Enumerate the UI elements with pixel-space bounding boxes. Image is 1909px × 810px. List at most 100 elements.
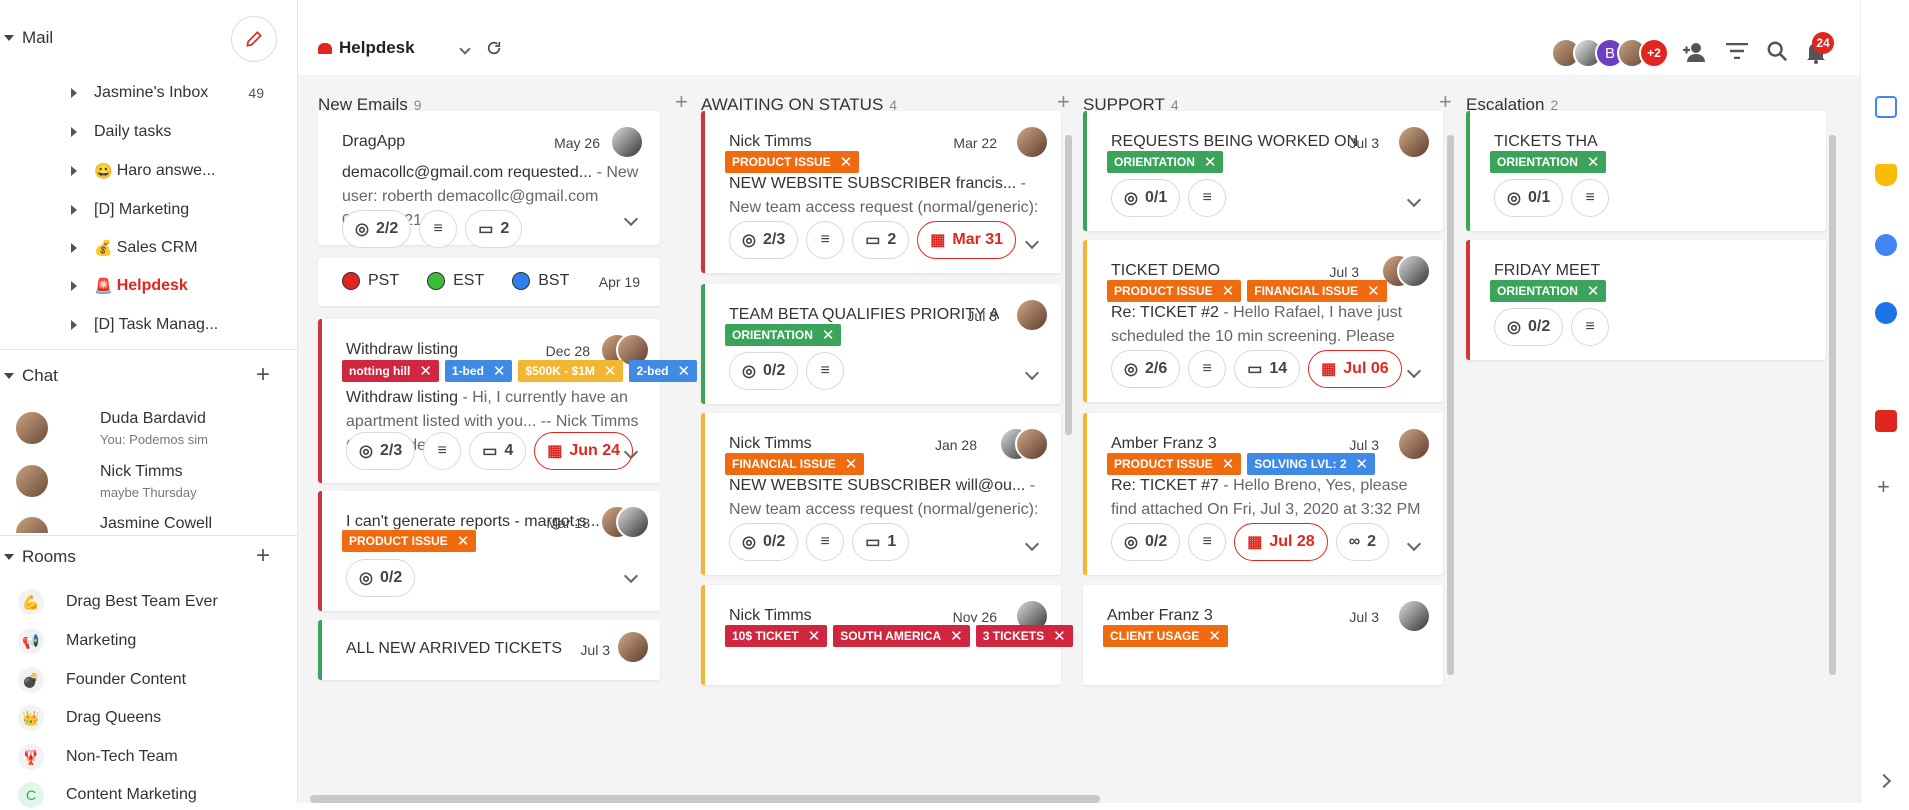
sidebar-item-sales-crm[interactable]: 💰 Sales CRM: [0, 229, 298, 267]
notes-button[interactable]: ≡: [806, 523, 845, 561]
close-icon[interactable]: ✕: [822, 326, 835, 344]
tag[interactable]: SOUTH AMERICA ✕: [833, 625, 970, 647]
chat-item-duda[interactable]: Duda Bardavid You: Podemos sim: [14, 410, 294, 460]
notes-button[interactable]: ≡: [419, 210, 458, 248]
ticket-card[interactable]: Amber Franz 3 Jul 3 CLIENT USAGE ✕: [1083, 585, 1443, 685]
checklist-pill[interactable]: ◎ 0/2: [729, 523, 799, 561]
chevron-right-icon[interactable]: [1876, 773, 1892, 789]
ticket-card[interactable]: FRIDAY MEET ORIENTATION ✕ ◎ 0/2 ≡: [1466, 240, 1826, 360]
chevron-down-icon[interactable]: [1024, 234, 1040, 250]
ticket-card[interactable]: Nick Timms Nov 26 10$ TICKET ✕ SOUTH AMER…: [701, 585, 1073, 685]
checklist-pill[interactable]: ◎ 0/1: [1494, 179, 1564, 217]
ticket-card[interactable]: TICKET DEMO Jul 3 PRODUCT ISSUE ✕ FINANCI…: [1083, 240, 1443, 402]
ticket-card[interactable]: REQUESTS BEING WORKED ON Jul 3 ORIENTATI…: [1083, 111, 1443, 231]
calendar-app-icon[interactable]: [1875, 96, 1897, 118]
close-icon[interactable]: ✕: [1356, 455, 1369, 473]
tag[interactable]: PRODUCT ISSUE ✕: [342, 530, 477, 552]
comments-pill[interactable]: ▭ 2: [465, 210, 523, 248]
close-icon[interactable]: ✕: [1587, 153, 1600, 171]
sidebar-item-daily-tasks[interactable]: Daily tasks: [0, 113, 298, 151]
sidebar-item-helpdesk[interactable]: 🚨 Helpdesk: [0, 267, 298, 305]
column-scrollbar[interactable]: [1447, 135, 1454, 675]
ticket-card[interactable]: Amber Franz 3 Jul 3 PRODUCT ISSUE ✕ SOLVI…: [1083, 413, 1443, 575]
ticket-card[interactable]: Nick Timms Jan 28 FINANCIAL ISSUE ✕ NEW W…: [701, 413, 1061, 575]
email-card[interactable]: Withdraw listing Dec 28 notting hill ✕ 1-…: [318, 319, 698, 483]
tag[interactable]: 3 TICKETS ✕: [975, 625, 1073, 647]
column-scrollbar[interactable]: [1829, 135, 1836, 675]
mail-app-icon[interactable]: [1875, 410, 1897, 432]
room-item[interactable]: 💪 Drag Best Team Ever: [18, 587, 218, 617]
board-dropdown-button[interactable]: [459, 40, 471, 58]
close-icon[interactable]: ✕: [1204, 153, 1217, 171]
add-room-button[interactable]: +: [256, 542, 270, 570]
checklist-pill[interactable]: ◎ 2/3: [729, 221, 799, 259]
email-card[interactable]: ALL NEW ARRIVED TICKETS Jul 3: [318, 620, 660, 680]
close-icon[interactable]: ✕: [604, 362, 617, 380]
room-item[interactable]: 👑 Drag Queens: [18, 703, 161, 733]
tag[interactable]: 10$ TICKET ✕: [725, 625, 828, 647]
mail-section-header[interactable]: Mail: [0, 28, 53, 48]
notes-button[interactable]: ≡: [1571, 308, 1610, 346]
due-date-pill[interactable]: ▦ Mar 31: [917, 221, 1017, 259]
close-icon[interactable]: ✕: [1208, 627, 1221, 645]
keep-app-icon[interactable]: [1875, 164, 1897, 186]
email-card[interactable]: DragApp May 26 demacollc@gmail.com reque…: [318, 111, 660, 248]
comments-pill[interactable]: ▭ 4: [469, 432, 527, 470]
chevron-down-icon[interactable]: [1406, 536, 1422, 552]
checklist-pill[interactable]: ◎ 0/2: [346, 559, 416, 597]
due-date-pill[interactable]: ▦ Jun 24: [534, 432, 634, 470]
close-icon[interactable]: ✕: [808, 627, 821, 645]
chevron-down-icon[interactable]: [1406, 192, 1422, 208]
tag[interactable]: PRODUCT ISSUE ✕: [1107, 453, 1242, 475]
chevron-down-icon[interactable]: [1024, 536, 1040, 552]
sidebar-item-haro[interactable]: 😀 Haro answe...: [0, 152, 298, 190]
comments-pill[interactable]: ▭ 2: [852, 221, 910, 259]
sidebar-item-jasmines-inbox[interactable]: Jasmine's Inbox 49: [0, 74, 298, 112]
notes-button[interactable]: ≡: [423, 432, 462, 470]
close-icon[interactable]: ✕: [1367, 282, 1380, 300]
chat-item-nick[interactable]: Nick Timms maybe Thursday: [14, 463, 294, 513]
add-member-icon[interactable]: [1682, 41, 1708, 63]
chevron-down-icon[interactable]: [1406, 363, 1422, 379]
sidebar-item-marketing[interactable]: [D] Marketing: [0, 191, 298, 229]
tag[interactable]: ORIENTATION ✕: [725, 324, 842, 346]
tag[interactable]: 2-bed ✕: [629, 360, 698, 382]
notes-button[interactable]: ≡: [806, 352, 845, 390]
tag[interactable]: ORIENTATION ✕: [1107, 151, 1224, 173]
notes-button[interactable]: ≡: [1188, 179, 1227, 217]
ticket-card[interactable]: TICKETS THA ORIENTATION ✕ ◎ 0/1 ≡: [1466, 111, 1826, 231]
close-icon[interactable]: ✕: [493, 362, 506, 380]
close-icon[interactable]: ✕: [457, 532, 470, 550]
add-chat-button[interactable]: +: [256, 361, 270, 389]
tag[interactable]: FINANCIAL ISSUE ✕: [1247, 280, 1387, 302]
tag[interactable]: SOLVING LVL: 2 ✕: [1247, 453, 1376, 475]
notes-button[interactable]: ≡: [1188, 523, 1227, 561]
refresh-icon[interactable]: [486, 40, 502, 56]
chevron-down-icon[interactable]: [623, 568, 639, 584]
close-icon[interactable]: ✕: [1587, 282, 1600, 300]
tag[interactable]: notting hill ✕: [342, 360, 439, 382]
comments-pill[interactable]: ▭ 14: [1234, 350, 1301, 388]
chat-section-header[interactable]: Chat: [0, 366, 58, 386]
checklist-pill[interactable]: ◎ 2/2: [342, 210, 412, 248]
room-item[interactable]: 📢 Marketing: [18, 626, 136, 656]
due-date-pill[interactable]: ▦ Jul 06: [1308, 350, 1402, 388]
close-icon[interactable]: ✕: [677, 362, 690, 380]
notes-button[interactable]: ≡: [806, 221, 845, 259]
filter-icon[interactable]: [1726, 43, 1748, 59]
tag[interactable]: CLIENT USAGE ✕: [1103, 625, 1228, 647]
checklist-pill[interactable]: ◎ 0/2: [1111, 523, 1181, 561]
tag[interactable]: PRODUCT ISSUE ✕: [1107, 280, 1242, 302]
tag[interactable]: PRODUCT ISSUE ✕: [725, 151, 860, 173]
board-members[interactable]: B +2: [1551, 38, 1669, 68]
column-scrollbar[interactable]: [1065, 135, 1072, 435]
close-icon[interactable]: ✕: [840, 153, 853, 171]
horizontal-scrollbar[interactable]: [310, 795, 1100, 803]
email-card[interactable]: I can't generate reports - margot.s... M…: [318, 491, 660, 611]
room-item[interactable]: C Content Marketing: [18, 780, 197, 810]
comments-pill[interactable]: ▭ 1: [852, 523, 910, 561]
tag[interactable]: FINANCIAL ISSUE ✕: [725, 453, 865, 475]
checklist-pill[interactable]: ◎ 0/1: [1111, 179, 1181, 217]
checklist-pill[interactable]: ◎ 2/3: [346, 432, 416, 470]
notes-button[interactable]: ≡: [1571, 179, 1610, 217]
